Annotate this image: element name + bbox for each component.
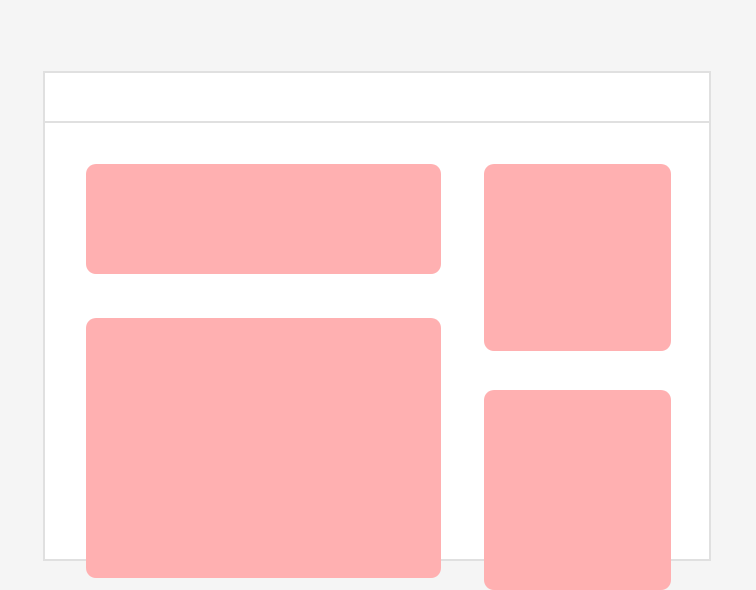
placeholder-card-side-top: [484, 164, 671, 351]
placeholder-card-main-top: [86, 164, 441, 274]
placeholder-card-main-bottom: [86, 318, 441, 578]
window-header: [45, 73, 709, 123]
app-window: [43, 71, 711, 590]
placeholder-card-side-bottom: [484, 390, 671, 590]
